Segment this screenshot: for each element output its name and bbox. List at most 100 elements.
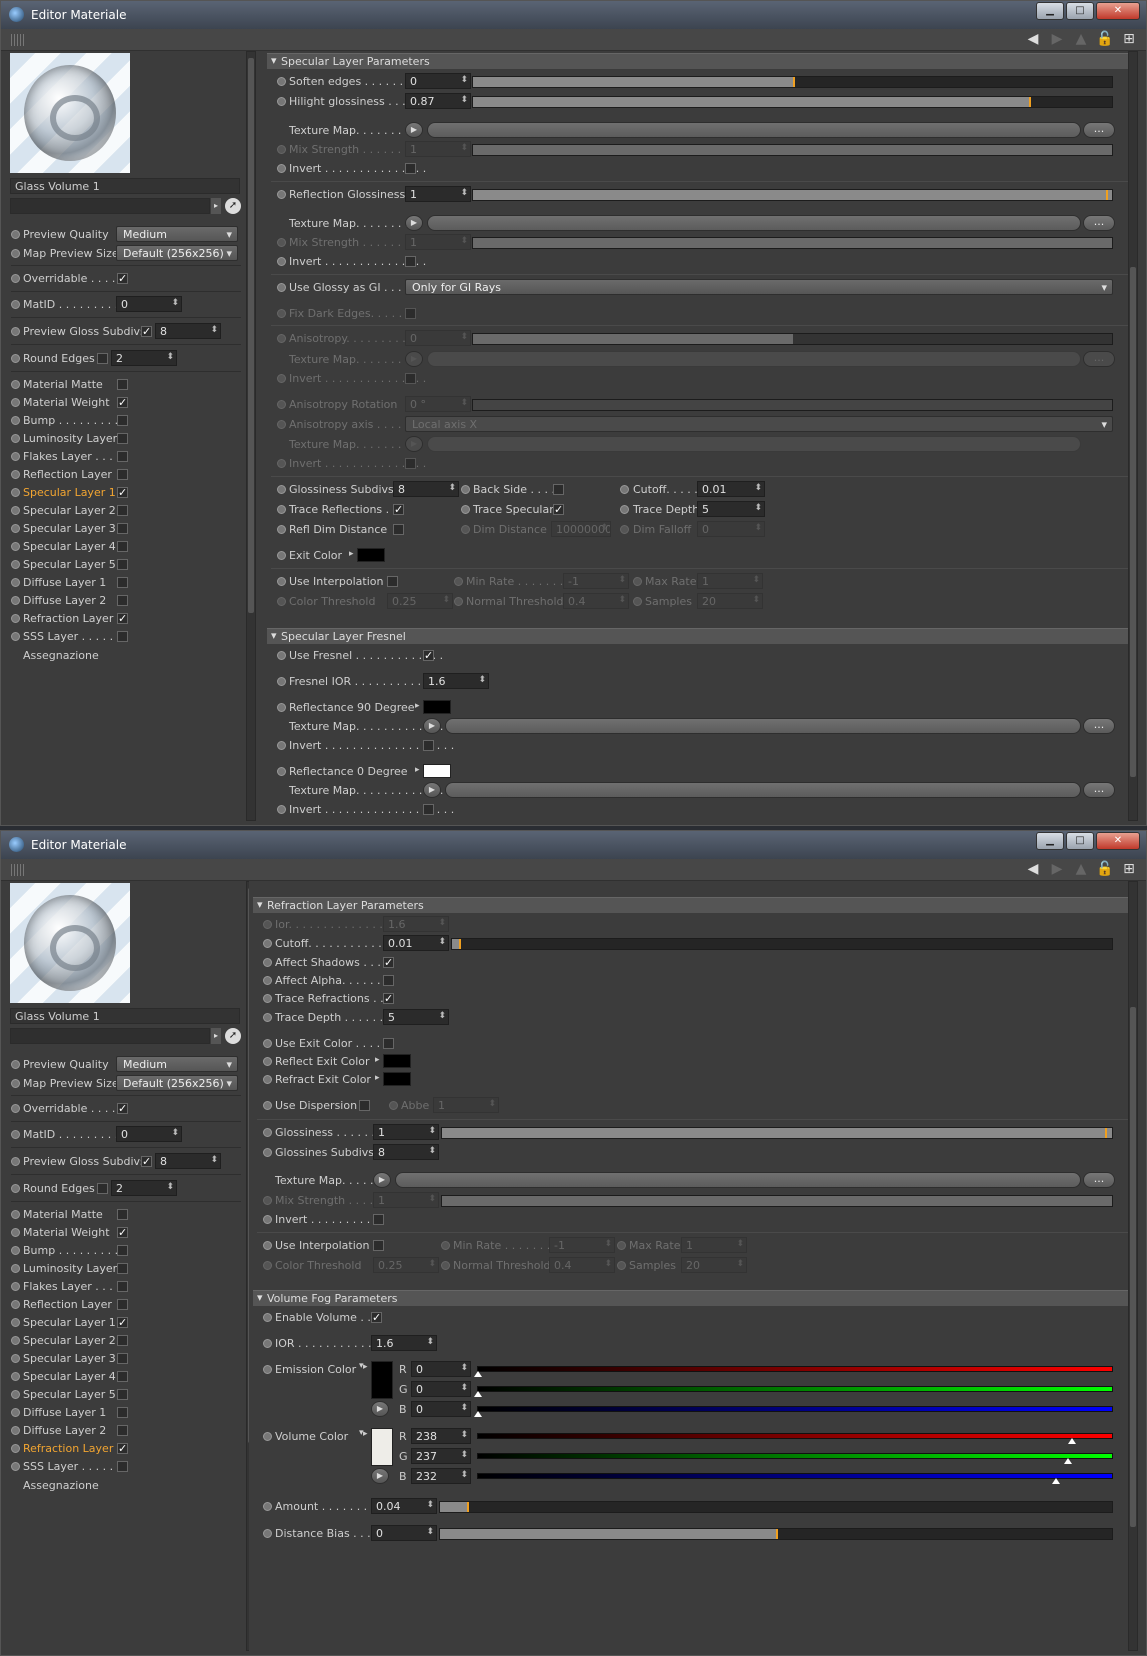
channel-checkbox[interactable] [117, 505, 128, 516]
channel-checkbox[interactable] [117, 415, 128, 426]
amount-slider[interactable] [439, 1501, 1113, 1513]
color-threshold-input[interactable]: 0.25 [373, 1257, 439, 1273]
color-threshold-input[interactable]: 0.25 [387, 593, 453, 609]
param-dot-icon[interactable] [277, 525, 286, 534]
refr-gloss-subdivs-input[interactable]: 8 [373, 1144, 439, 1160]
texture-play-icon[interactable]: ▶ [423, 718, 441, 734]
section-specular-fresnel[interactable]: Specular Layer Fresnel [267, 628, 1130, 644]
param-dot-icon[interactable] [11, 1157, 20, 1166]
lock-icon[interactable]: 🔓 [1096, 861, 1114, 878]
refr-trace-depth-input[interactable]: 5 [383, 1009, 449, 1025]
param-dot-icon[interactable] [454, 577, 463, 586]
param-dot-icon[interactable] [277, 597, 286, 606]
link-field[interactable] [10, 198, 210, 214]
lock-icon[interactable]: 🔓 [1096, 31, 1114, 48]
param-dot-icon[interactable] [11, 300, 20, 309]
normal-threshold-input[interactable]: 0.4 [549, 1257, 615, 1273]
channel-checkbox[interactable]: ✓ [117, 1317, 128, 1328]
param-dot-icon[interactable] [441, 1241, 450, 1250]
param-dot-icon[interactable] [263, 1313, 272, 1322]
material-preview[interactable] [10, 53, 130, 173]
channel-checkbox[interactable] [117, 1461, 128, 1472]
param-dot-icon[interactable] [277, 257, 286, 266]
param-dot-icon[interactable] [11, 506, 20, 515]
use-interpolation-checkbox[interactable] [373, 1240, 384, 1251]
hilight-glossiness-slider[interactable] [472, 96, 1113, 108]
param-dot-icon[interactable] [263, 1039, 272, 1048]
link-field[interactable] [10, 1028, 210, 1044]
param-dot-icon[interactable] [11, 488, 20, 497]
glossiness-subdivs-input[interactable]: 8 [393, 481, 459, 497]
param-dot-icon[interactable] [263, 1261, 272, 1270]
emission-g-slider[interactable] [474, 1386, 1113, 1397]
round-edges-input[interactable]: 2 [111, 1180, 177, 1196]
refr-glossiness-input[interactable]: 1 [373, 1124, 439, 1140]
texture-more-button[interactable]: ... [1083, 351, 1115, 367]
param-dot-icon[interactable] [441, 1261, 450, 1270]
param-dot-icon[interactable] [277, 485, 286, 494]
param-dot-icon[interactable] [277, 374, 286, 383]
invert-checkbox[interactable] [373, 1214, 384, 1225]
param-dot-icon[interactable] [11, 380, 20, 389]
param-dot-icon[interactable] [11, 1318, 20, 1327]
param-dot-icon[interactable] [263, 1013, 272, 1022]
distance-bias-input[interactable]: 0 [371, 1525, 437, 1541]
texture-more-button[interactable]: ... [1083, 718, 1115, 734]
channel-checkbox[interactable] [117, 1209, 128, 1220]
emission-r-slider[interactable] [474, 1366, 1113, 1377]
emission-r-input[interactable]: 0 [411, 1361, 471, 1377]
up-arrow-icon[interactable]: ▲ [1072, 31, 1090, 48]
param-dot-icon[interactable] [461, 505, 470, 514]
preview-gloss-subdivs-input[interactable]: 8 [155, 1153, 221, 1169]
channel-checkbox[interactable] [117, 1425, 128, 1436]
param-dot-icon[interactable] [633, 597, 642, 606]
texture-map-field[interactable] [427, 351, 1081, 367]
section-refraction-params[interactable]: Refraction Layer Parameters [253, 897, 1130, 913]
amount-input[interactable]: 0.04 [371, 1498, 437, 1514]
param-dot-icon[interactable] [263, 920, 272, 929]
param-dot-icon[interactable] [11, 230, 20, 239]
param-dot-icon[interactable] [617, 1241, 626, 1250]
material-preview[interactable] [10, 883, 130, 1003]
emission-texture-play-icon[interactable]: ▶ [371, 1401, 389, 1417]
param-dot-icon[interactable] [277, 551, 286, 560]
param-dot-icon[interactable] [263, 976, 272, 985]
param-dot-icon[interactable] [277, 420, 286, 429]
trace-specular-checkbox[interactable]: ✓ [553, 504, 564, 515]
texture-play-icon[interactable]: ▶ [373, 1172, 391, 1188]
maximize-button[interactable]: □ [1066, 832, 1094, 850]
param-dot-icon[interactable] [11, 578, 20, 587]
anisotropy-rotation-input[interactable]: 0 ° [405, 396, 471, 412]
channel-checkbox[interactable] [117, 631, 128, 642]
texture-play-icon[interactable]: ▶ [405, 351, 423, 367]
param-dot-icon[interactable] [11, 249, 20, 258]
preview-gloss-subdivs-input[interactable]: 8 [155, 323, 221, 339]
invert-checkbox[interactable] [405, 256, 416, 267]
emission-b-input[interactable]: 0 [411, 1401, 471, 1417]
map-preview-size-select[interactable]: Default (256x256) [116, 1075, 238, 1091]
param-dot-icon[interactable] [263, 1215, 272, 1224]
trace-depth-input[interactable]: 5 [697, 501, 765, 517]
param-dot-icon[interactable] [11, 1246, 20, 1255]
param-dot-icon[interactable] [11, 614, 20, 623]
mix-strength-slider[interactable] [472, 144, 1113, 156]
param-dot-icon[interactable] [277, 283, 286, 292]
new-window-icon[interactable]: ⊞ [1120, 31, 1138, 48]
param-dot-icon[interactable] [11, 524, 20, 533]
use-exit-color-checkbox[interactable] [383, 1038, 394, 1049]
param-dot-icon[interactable] [277, 505, 286, 514]
texture-more-button[interactable]: ... [1083, 782, 1115, 798]
param-dot-icon[interactable] [11, 542, 20, 551]
soften-edges-input[interactable]: 0 [405, 73, 471, 89]
texture-play-icon[interactable]: ▶ [423, 782, 441, 798]
texture-map-field[interactable] [445, 718, 1081, 734]
param-dot-icon[interactable] [11, 1462, 20, 1471]
overridable-checkbox[interactable]: ✓ [117, 273, 128, 284]
param-dot-icon[interactable] [11, 274, 20, 283]
param-dot-icon[interactable] [11, 1210, 20, 1219]
texture-play-icon[interactable]: ▶ [405, 436, 423, 452]
invert-checkbox[interactable] [405, 163, 416, 174]
link-arrow-icon[interactable]: ▸ [211, 1028, 221, 1044]
param-dot-icon[interactable] [263, 1502, 272, 1511]
fog-ior-input[interactable]: 1.6 [371, 1335, 437, 1351]
